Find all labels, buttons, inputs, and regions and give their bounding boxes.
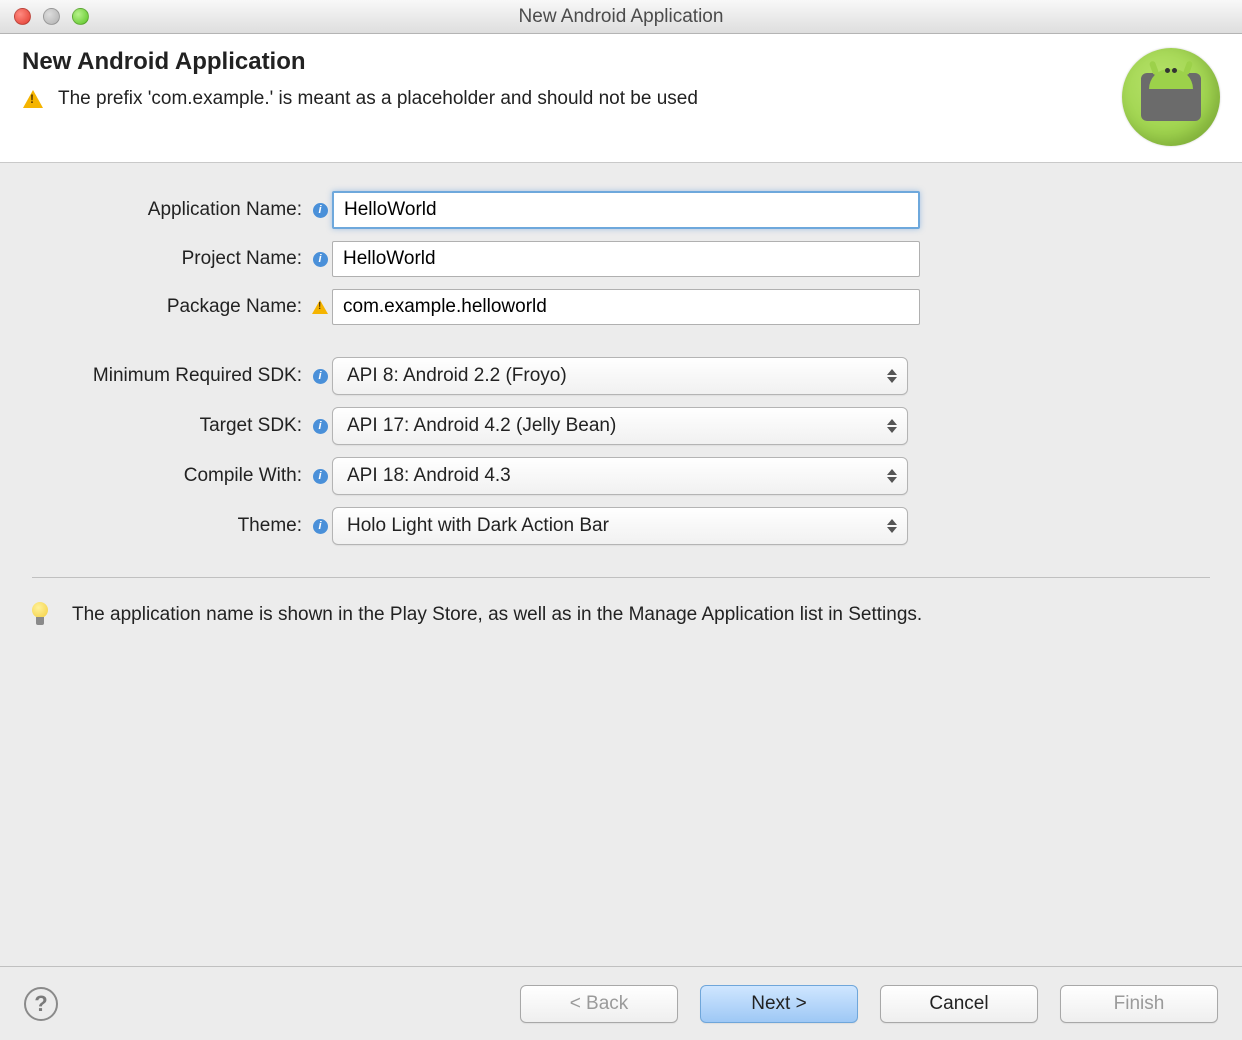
wizard-header: New Android Application The prefix 'com.…: [0, 34, 1242, 163]
header-warning: The prefix 'com.example.' is meant as a …: [22, 88, 1122, 110]
info-icon[interactable]: i: [313, 252, 328, 267]
min-sdk-value: API 8: Android 2.2 (Froyo): [347, 365, 567, 387]
info-icon[interactable]: i: [313, 519, 328, 534]
page-title: New Android Application: [22, 48, 1122, 76]
wizard-footer: ? < Back Next > Cancel Finish: [0, 966, 1242, 1040]
cancel-button[interactable]: Cancel: [880, 985, 1038, 1023]
min-sdk-select[interactable]: API 8: Android 2.2 (Froyo): [332, 357, 908, 395]
titlebar: New Android Application: [0, 0, 1242, 34]
compile-with-label: Compile With:: [28, 465, 308, 487]
application-name-input[interactable]: [332, 191, 920, 229]
form-area: Application Name: i Project Name: i Pack…: [0, 163, 1242, 586]
target-sdk-select[interactable]: API 17: Android 4.2 (Jelly Bean): [332, 407, 908, 445]
next-button[interactable]: Next >: [700, 985, 858, 1023]
window-title: New Android Application: [0, 6, 1242, 28]
lightbulb-icon: [30, 602, 50, 628]
theme-value: Holo Light with Dark Action Bar: [347, 515, 609, 537]
compile-with-value: API 18: Android 4.3: [347, 465, 511, 487]
divider: [32, 577, 1210, 578]
warning-icon[interactable]: [312, 300, 328, 314]
application-name-label: Application Name:: [28, 199, 308, 221]
hint-area: The application name is shown in the Pla…: [0, 586, 1242, 644]
chevron-updown-icon: [887, 419, 897, 433]
package-name-label: Package Name:: [28, 296, 308, 318]
help-icon[interactable]: ?: [24, 987, 58, 1021]
compile-with-select[interactable]: API 18: Android 4.3: [332, 457, 908, 495]
warning-icon: [22, 88, 44, 110]
android-logo-icon: [1122, 48, 1220, 146]
warning-text: The prefix 'com.example.' is meant as a …: [58, 88, 698, 110]
hint-text: The application name is shown in the Pla…: [72, 602, 922, 628]
chevron-updown-icon: [887, 519, 897, 533]
theme-select[interactable]: Holo Light with Dark Action Bar: [332, 507, 908, 545]
info-icon[interactable]: i: [313, 419, 328, 434]
theme-label: Theme:: [28, 515, 308, 537]
info-icon[interactable]: i: [313, 469, 328, 484]
min-sdk-label: Minimum Required SDK:: [28, 365, 308, 387]
info-icon[interactable]: i: [313, 369, 328, 384]
package-name-input[interactable]: [332, 289, 920, 325]
target-sdk-value: API 17: Android 4.2 (Jelly Bean): [347, 415, 616, 437]
chevron-updown-icon: [887, 369, 897, 383]
back-button[interactable]: < Back: [520, 985, 678, 1023]
chevron-updown-icon: [887, 469, 897, 483]
target-sdk-label: Target SDK:: [28, 415, 308, 437]
project-name-label: Project Name:: [28, 248, 308, 270]
project-name-input[interactable]: [332, 241, 920, 277]
finish-button[interactable]: Finish: [1060, 985, 1218, 1023]
info-icon[interactable]: i: [313, 203, 328, 218]
